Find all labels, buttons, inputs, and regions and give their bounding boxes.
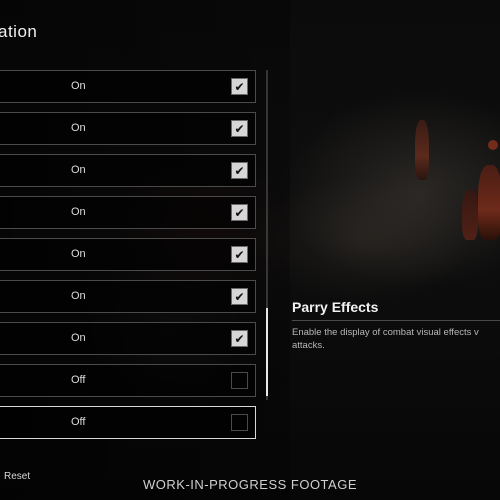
background-figure — [462, 190, 478, 240]
checkmark-icon: ✔ — [234, 248, 245, 262]
checkmark-icon: ✔ — [234, 164, 245, 178]
option-value: On — [71, 164, 86, 176]
background-glow — [488, 140, 498, 150]
option-value: On — [71, 122, 86, 134]
option-row[interactable]: On ✔ — [0, 238, 256, 271]
checkmark-icon: ✔ — [234, 80, 245, 94]
option-row-selected[interactable]: Off — [0, 406, 256, 439]
option-row[interactable]: On ✔ — [0, 112, 256, 145]
checkmark-icon: ✔ — [234, 122, 245, 136]
checkbox[interactable]: ✔ — [231, 246, 248, 263]
checkmark-icon: ✔ — [234, 290, 245, 304]
page-title: ation — [0, 22, 38, 41]
option-value: On — [71, 248, 86, 260]
option-value: On — [71, 332, 86, 344]
option-row[interactable]: On ✔ — [0, 322, 256, 355]
detail-title: Parry Effects — [292, 299, 379, 315]
detail-divider — [292, 320, 500, 321]
checkbox[interactable] — [231, 414, 248, 431]
option-row[interactable]: Off — [0, 364, 256, 397]
option-value: Off — [71, 416, 86, 428]
footer-watermark: WORK-IN-PROGRESS FOOTAGE — [143, 477, 357, 492]
checkmark-icon: ✔ — [234, 206, 245, 220]
detail-description: Enable the display of combat visual effe… — [292, 327, 479, 351]
option-value: Off — [71, 374, 86, 386]
option-row[interactable]: On ✔ — [0, 154, 256, 187]
checkbox[interactable] — [231, 372, 248, 389]
checkbox[interactable]: ✔ — [231, 288, 248, 305]
checkbox[interactable]: ✔ — [231, 78, 248, 95]
option-value: On — [71, 206, 86, 218]
option-value: On — [71, 290, 86, 302]
scrollbar-thumb[interactable] — [266, 308, 268, 396]
background-figure — [478, 165, 500, 240]
checkbox[interactable]: ✔ — [231, 162, 248, 179]
checkbox[interactable]: ✔ — [231, 330, 248, 347]
background-figure — [415, 120, 429, 180]
checkbox[interactable]: ✔ — [231, 120, 248, 137]
option-value: On — [71, 80, 86, 92]
option-row[interactable]: On ✔ — [0, 280, 256, 313]
checkbox[interactable]: ✔ — [231, 204, 248, 221]
option-row[interactable]: On ✔ — [0, 196, 256, 229]
option-row[interactable]: On ✔ — [0, 70, 256, 103]
checkmark-icon: ✔ — [234, 332, 245, 346]
